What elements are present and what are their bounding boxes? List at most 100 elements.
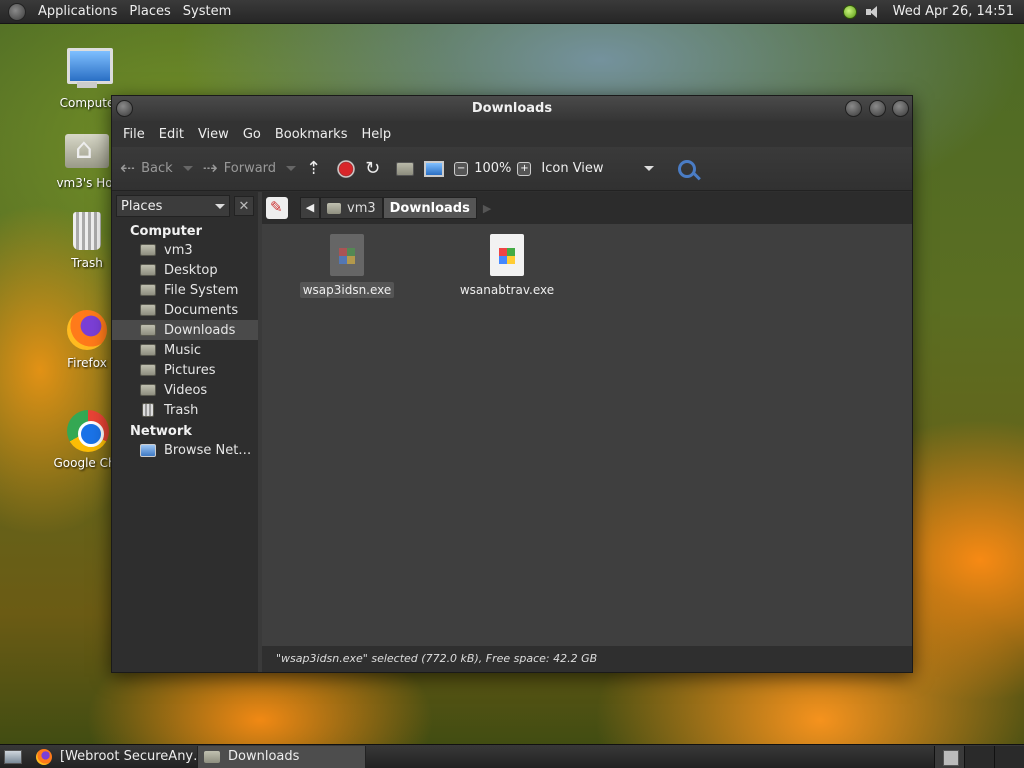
toolbar: ⇠ Back ⇢ Forward ⇡ ↻ − 100% + Icon View — [112, 147, 912, 191]
sidebar-item-documents[interactable]: Documents — [112, 300, 258, 320]
file-name: wsanabtrav.exe — [459, 283, 555, 297]
folder-icon — [140, 324, 156, 336]
forward-label: Forward — [223, 161, 277, 176]
reload-button[interactable]: ↻ — [365, 158, 386, 179]
menu-file[interactable]: File — [116, 127, 152, 142]
search-button[interactable] — [677, 159, 696, 178]
sidebar: Places ✕ Computer vm3 Desktop File Syste… — [112, 192, 262, 672]
workspace-switcher — [934, 745, 1024, 768]
up-button[interactable]: ⇡ — [306, 158, 327, 179]
menubar: File Edit View Go Bookmarks Help — [112, 121, 912, 147]
zoom-out-icon: − — [454, 161, 469, 176]
sidebar-section-computer: Computer — [130, 224, 203, 239]
sidebar-close-button[interactable]: ✕ — [234, 196, 254, 216]
toggle-location-entry-button[interactable] — [266, 197, 288, 219]
sidebar-item-label: vm3 — [164, 242, 193, 258]
window-menu-icon[interactable] — [116, 100, 133, 117]
sidebar-item-music[interactable]: Music — [112, 340, 258, 360]
window-body: Places ✕ Computer vm3 Desktop File Syste… — [112, 192, 912, 672]
zoom-level[interactable]: 100% — [474, 161, 511, 176]
home-icon — [140, 244, 156, 256]
back-history-dropdown-icon[interactable] — [182, 166, 193, 171]
menu-go[interactable]: Go — [236, 127, 268, 142]
stop-icon — [337, 159, 356, 178]
taskbar-item-webroot[interactable]: [Webroot SecureAny… — [30, 745, 198, 768]
file-item[interactable]: wsanabtrav.exe — [452, 224, 562, 298]
firefox-icon — [63, 306, 111, 354]
breadcrumb-scroll-right-icon[interactable]: ▶ — [483, 202, 491, 215]
sidebar-item-downloads[interactable]: Downloads — [112, 320, 258, 340]
forward-button[interactable]: ⇢ Forward — [202, 158, 297, 179]
show-desktop-icon[interactable] — [4, 749, 22, 764]
trash-icon — [63, 206, 111, 254]
menu-help[interactable]: Help — [354, 127, 398, 142]
clock[interactable]: Wed Apr 26, 14:51 — [889, 4, 1024, 19]
taskbar-item-downloads[interactable]: Downloads — [198, 745, 366, 768]
folder-icon — [204, 750, 220, 763]
window-title: Downloads — [471, 101, 553, 116]
taskbar-item-label: [Webroot SecureAny… — [60, 749, 198, 764]
volume-icon[interactable] — [865, 4, 881, 20]
file-icon-view[interactable]: wsap3idsn.exe wsanabtrav.exe — [262, 224, 912, 646]
computer-icon — [424, 160, 445, 177]
sidebar-section-network: Network — [130, 424, 192, 439]
gnome-foot-icon[interactable] — [8, 2, 26, 21]
computer-button[interactable] — [424, 160, 445, 177]
breadcrumb-downloads[interactable]: Downloads — [382, 197, 477, 219]
view-mode-select[interactable]: Icon View — [541, 161, 654, 176]
breadcrumb-label: vm3 — [347, 200, 376, 216]
executable-file-icon — [330, 234, 364, 276]
maximize-icon[interactable] — [869, 100, 886, 117]
menu-bookmarks[interactable]: Bookmarks — [268, 127, 355, 142]
sidebar-item-file-system[interactable]: File System — [112, 280, 258, 300]
menu-view[interactable]: View — [191, 127, 236, 142]
search-icon — [677, 159, 696, 178]
places-menu[interactable]: Places — [123, 4, 176, 19]
breadcrumb-scroll-left-button[interactable]: ◀ — [300, 197, 320, 219]
home-button[interactable] — [396, 161, 415, 176]
workspace-3[interactable] — [994, 745, 1024, 768]
sidebar-item-pictures[interactable]: Pictures — [112, 360, 258, 380]
executable-file-icon — [490, 234, 524, 276]
breadcrumb-vm3[interactable]: vm3 — [320, 197, 383, 219]
sidebar-item-vm3[interactable]: vm3 — [112, 240, 258, 260]
sidebar-type-select[interactable]: Places — [116, 195, 230, 217]
folder-icon — [140, 344, 156, 356]
computer-icon — [63, 46, 113, 94]
workspace-1[interactable] — [934, 745, 964, 768]
minimize-icon[interactable] — [845, 100, 862, 117]
sidebar-item-label: Desktop — [164, 262, 218, 278]
forward-history-dropdown-icon[interactable] — [286, 166, 297, 171]
system-menu[interactable]: System — [177, 4, 237, 19]
workspace-2[interactable] — [964, 745, 994, 768]
back-button[interactable]: ⇠ Back — [120, 158, 193, 179]
menu-edit[interactable]: Edit — [152, 127, 191, 142]
zoom-in-button[interactable]: + — [517, 161, 532, 176]
firefox-icon — [36, 748, 52, 765]
folder-icon — [140, 384, 156, 396]
sidebar-item-trash[interactable]: Trash — [112, 400, 258, 420]
view-mode-label: Icon View — [541, 161, 604, 176]
applications-menu[interactable]: Applications — [32, 4, 123, 19]
close-icon[interactable] — [892, 100, 909, 117]
update-notifier-icon[interactable] — [842, 4, 857, 19]
zoom-out-button[interactable]: − — [454, 161, 469, 176]
file-manager-window: Downloads File Edit View Go Bookmarks He… — [111, 95, 913, 673]
window-titlebar[interactable]: Downloads — [112, 96, 912, 121]
folder-icon — [140, 264, 156, 276]
forward-arrow-icon: ⇢ — [202, 158, 218, 179]
stop-button[interactable] — [337, 159, 356, 178]
file-item[interactable]: wsap3idsn.exe — [292, 224, 402, 298]
sidebar-item-desktop[interactable]: Desktop — [112, 260, 258, 280]
home-icon — [327, 202, 341, 214]
sidebar-type-label: Places — [121, 198, 163, 214]
sidebar-item-videos[interactable]: Videos — [112, 380, 258, 400]
sidebar-item-label: Videos — [164, 382, 208, 398]
folder-icon — [140, 304, 156, 316]
main-pane: ◀ vm3 Downloads ▶ wsap3idsn.exe wsanabtr… — [262, 192, 912, 672]
sidebar-item-label: File System — [164, 282, 239, 298]
reload-icon: ↻ — [365, 158, 381, 179]
sidebar-header: Places ✕ — [112, 192, 258, 220]
sidebar-item-browse-network[interactable]: Browse Net… — [112, 440, 258, 460]
chevron-down-icon — [643, 166, 654, 171]
